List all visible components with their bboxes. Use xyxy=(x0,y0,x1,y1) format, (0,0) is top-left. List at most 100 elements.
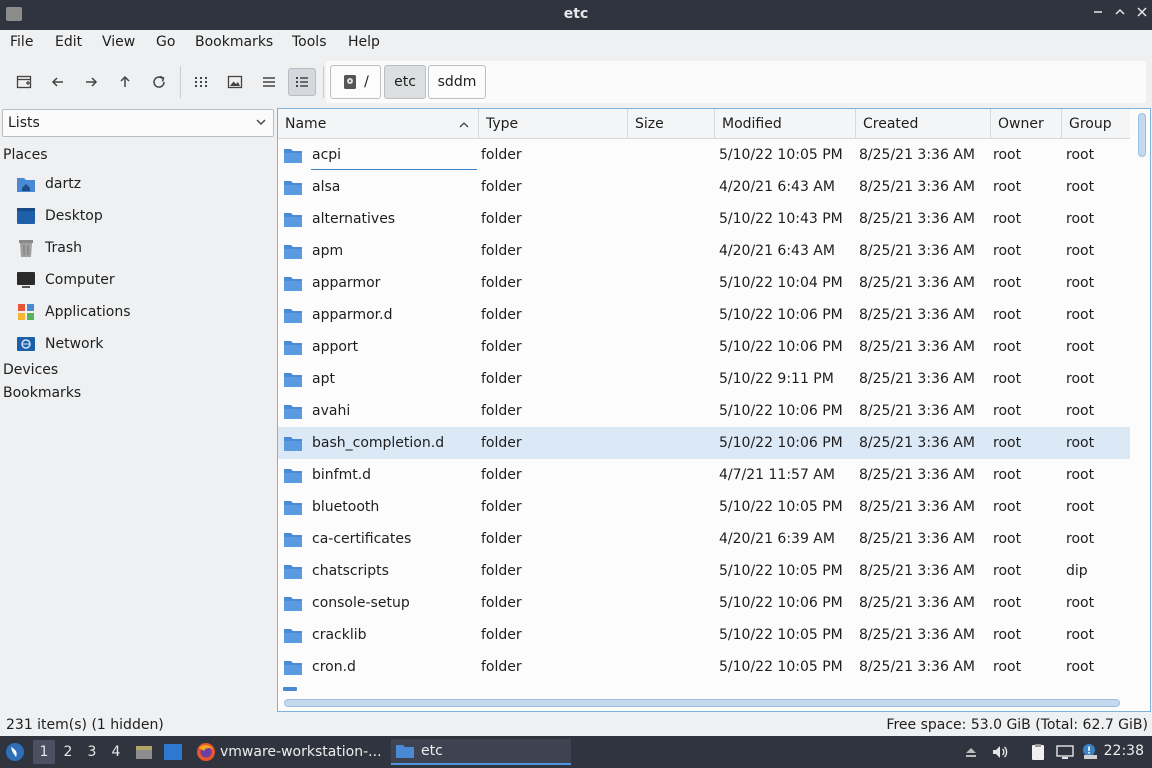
file-modified: 5/10/22 10:43 PM xyxy=(719,211,843,227)
tray-arrow-up-icon[interactable] xyxy=(961,742,981,762)
file-created: 8/25/21 3:36 AM xyxy=(859,147,975,163)
new-tab-button[interactable] xyxy=(10,68,38,96)
file-name: alternatives xyxy=(312,211,396,227)
breadcrumb-root[interactable]: / xyxy=(330,65,381,99)
menu-help[interactable]: Help xyxy=(348,34,380,50)
back-button[interactable] xyxy=(44,68,72,96)
table-row[interactable]: cracklib folder 5/10/22 10:05 PM 8/25/21 3:… xyxy=(278,619,1130,651)
table-row[interactable]: binfmt.d folder 4/7/21 11:57 AM 8/25/21 3:3… xyxy=(278,459,1130,491)
file-owner: root xyxy=(993,211,1022,227)
task-etc[interactable]: etc xyxy=(391,739,571,765)
forward-button[interactable] xyxy=(77,68,105,96)
table-row[interactable]: bash_completion.d folder 5/10/22 10:06 PM 8… xyxy=(278,427,1130,459)
column-header-group[interactable]: Group xyxy=(1062,109,1130,139)
sidebar-item-computer[interactable]: Computer xyxy=(16,267,266,293)
menu-file[interactable]: File xyxy=(10,34,33,50)
breadcrumb-root-label: / xyxy=(364,74,369,90)
file-group: root xyxy=(1066,627,1095,643)
workspace-2[interactable]: 2 xyxy=(57,740,79,764)
column-header-owner[interactable]: Owner xyxy=(991,109,1062,139)
table-row[interactable]: apm folder 4/20/21 6:43 AM 8/25/21 3:36 AM r… xyxy=(278,235,1130,267)
menu-go[interactable]: Go xyxy=(156,34,175,50)
toolbar-separator xyxy=(323,66,324,98)
network-status-icon[interactable] xyxy=(1055,742,1075,762)
sidebar-item-applications[interactable]: Applications xyxy=(16,299,266,325)
table-row[interactable]: acpi folder 5/10/22 10:05 PM 8/25/21 3:36 A… xyxy=(278,139,1130,171)
bookmarks-heading[interactable]: Bookmarks xyxy=(3,385,81,401)
chevron-down-icon xyxy=(256,119,266,125)
column-header-modified[interactable]: Modified xyxy=(715,109,856,139)
places-heading[interactable]: Places xyxy=(3,147,48,163)
sidebar-item-network[interactable]: Network xyxy=(16,331,266,357)
detailed-list-view-button[interactable] xyxy=(288,68,316,96)
file-modified: 4/7/21 11:57 AM xyxy=(719,467,835,483)
file-modified: 5/10/22 10:06 PM xyxy=(719,403,843,419)
file-modified: 5/10/22 10:05 PM xyxy=(719,499,843,515)
workspace-3[interactable]: 3 xyxy=(81,740,103,764)
table-row[interactable]: chatscripts folder 5/10/22 10:05 PM 8/25/21… xyxy=(278,555,1130,587)
sidebar-item-trash[interactable]: Trash xyxy=(16,235,266,261)
compact-view-button[interactable] xyxy=(255,68,283,96)
file-manager-launcher-icon[interactable] xyxy=(134,742,154,762)
menu-tools[interactable]: Tools xyxy=(292,34,327,50)
up-button[interactable] xyxy=(111,68,139,96)
column-header-name[interactable]: Name xyxy=(278,109,479,139)
table-row[interactable]: apparmor folder 5/10/22 10:04 PM 8/25/21 3:… xyxy=(278,267,1130,299)
table-row[interactable]: apparmor.d folder 5/10/22 10:06 PM 8/25/21 … xyxy=(278,299,1130,331)
home-folder-icon xyxy=(16,174,36,194)
workspace-1[interactable]: 1 xyxy=(33,740,55,764)
clipboard-icon[interactable] xyxy=(1028,742,1048,762)
thumbnail-view-button[interactable] xyxy=(221,68,249,96)
file-owner: root xyxy=(993,467,1022,483)
menu-bookmarks[interactable]: Bookmarks xyxy=(195,34,273,50)
file-owner: root xyxy=(993,339,1022,355)
table-row[interactable]: bluetooth folder 5/10/22 10:05 PM 8/25/21 3… xyxy=(278,491,1130,523)
menu-view[interactable]: View xyxy=(102,34,135,50)
table-row[interactable]: alsa folder 4/20/21 6:43 AM 8/25/21 3:36 AM… xyxy=(278,171,1130,203)
sidebar-item-label: Computer xyxy=(45,272,115,288)
breadcrumb-sddm[interactable]: sddm xyxy=(428,65,486,99)
file-modified: 5/10/22 10:06 PM xyxy=(719,595,843,611)
table-row[interactable]: apport folder 5/10/22 10:06 PM 8/25/21 3:36… xyxy=(278,331,1130,363)
file-type: folder xyxy=(481,499,522,515)
task-vmware[interactable]: vmware-workstation-... xyxy=(193,739,383,765)
start-menu-icon[interactable] xyxy=(4,741,26,763)
maximize-icon[interactable] xyxy=(1110,4,1130,24)
column-header-created[interactable]: Created xyxy=(856,109,991,139)
column-header-type[interactable]: Type xyxy=(479,109,628,139)
table-row[interactable]: apt folder 5/10/22 9:11 PM 8/25/21 3:36 AM r… xyxy=(278,363,1130,395)
reload-button[interactable] xyxy=(145,68,173,96)
file-modified: 5/10/22 10:06 PM xyxy=(719,339,843,355)
sidebar-item-desktop[interactable]: Desktop xyxy=(16,203,266,229)
file-group: root xyxy=(1066,499,1095,515)
table-row[interactable]: console-setup folder 5/10/22 10:06 PM 8/25/… xyxy=(278,587,1130,619)
column-header-size[interactable]: Size xyxy=(628,109,715,139)
close-icon[interactable] xyxy=(1132,4,1152,24)
file-group: root xyxy=(1066,307,1095,323)
vertical-scrollbar[interactable] xyxy=(1138,113,1146,157)
notification-icon[interactable] xyxy=(1080,742,1100,762)
file-created: 8/25/21 3:36 AM xyxy=(859,563,975,579)
icon-view-button[interactable] xyxy=(187,68,215,96)
devices-heading[interactable]: Devices xyxy=(3,362,58,378)
focus-indicator xyxy=(311,169,477,170)
table-row[interactable]: avahi folder 5/10/22 10:06 PM 8/25/21 3:36 … xyxy=(278,395,1130,427)
file-created: 8/25/21 3:36 AM xyxy=(859,211,975,227)
horizontal-scrollbar[interactable] xyxy=(284,699,1120,707)
menu-edit[interactable]: Edit xyxy=(55,34,82,50)
volume-icon[interactable] xyxy=(990,742,1010,762)
minimize-icon[interactable] xyxy=(1088,4,1108,24)
trash-icon xyxy=(16,238,36,258)
table-row[interactable]: alternatives folder 5/10/22 10:43 PM 8/25/2… xyxy=(278,203,1130,235)
sidebar-item-dartz[interactable]: dartz xyxy=(16,171,266,197)
workspace-4[interactable]: 4 xyxy=(105,740,127,764)
table-row[interactable]: cron.d folder 5/10/22 10:05 PM 8/25/21 3:36… xyxy=(278,651,1130,683)
breadcrumb-etc[interactable]: etc xyxy=(384,65,426,99)
sidebar-mode-select[interactable]: Lists xyxy=(2,109,274,137)
desktop-launcher-icon[interactable] xyxy=(163,742,183,762)
file-list-view[interactable]: Name Type Size Modified Created Owner Gr… xyxy=(277,108,1151,712)
folder-icon xyxy=(283,306,303,328)
file-type: folder xyxy=(481,563,522,579)
file-type: folder xyxy=(481,595,522,611)
table-row[interactable]: ca-certificates folder 4/20/21 6:39 AM 8/25… xyxy=(278,523,1130,555)
